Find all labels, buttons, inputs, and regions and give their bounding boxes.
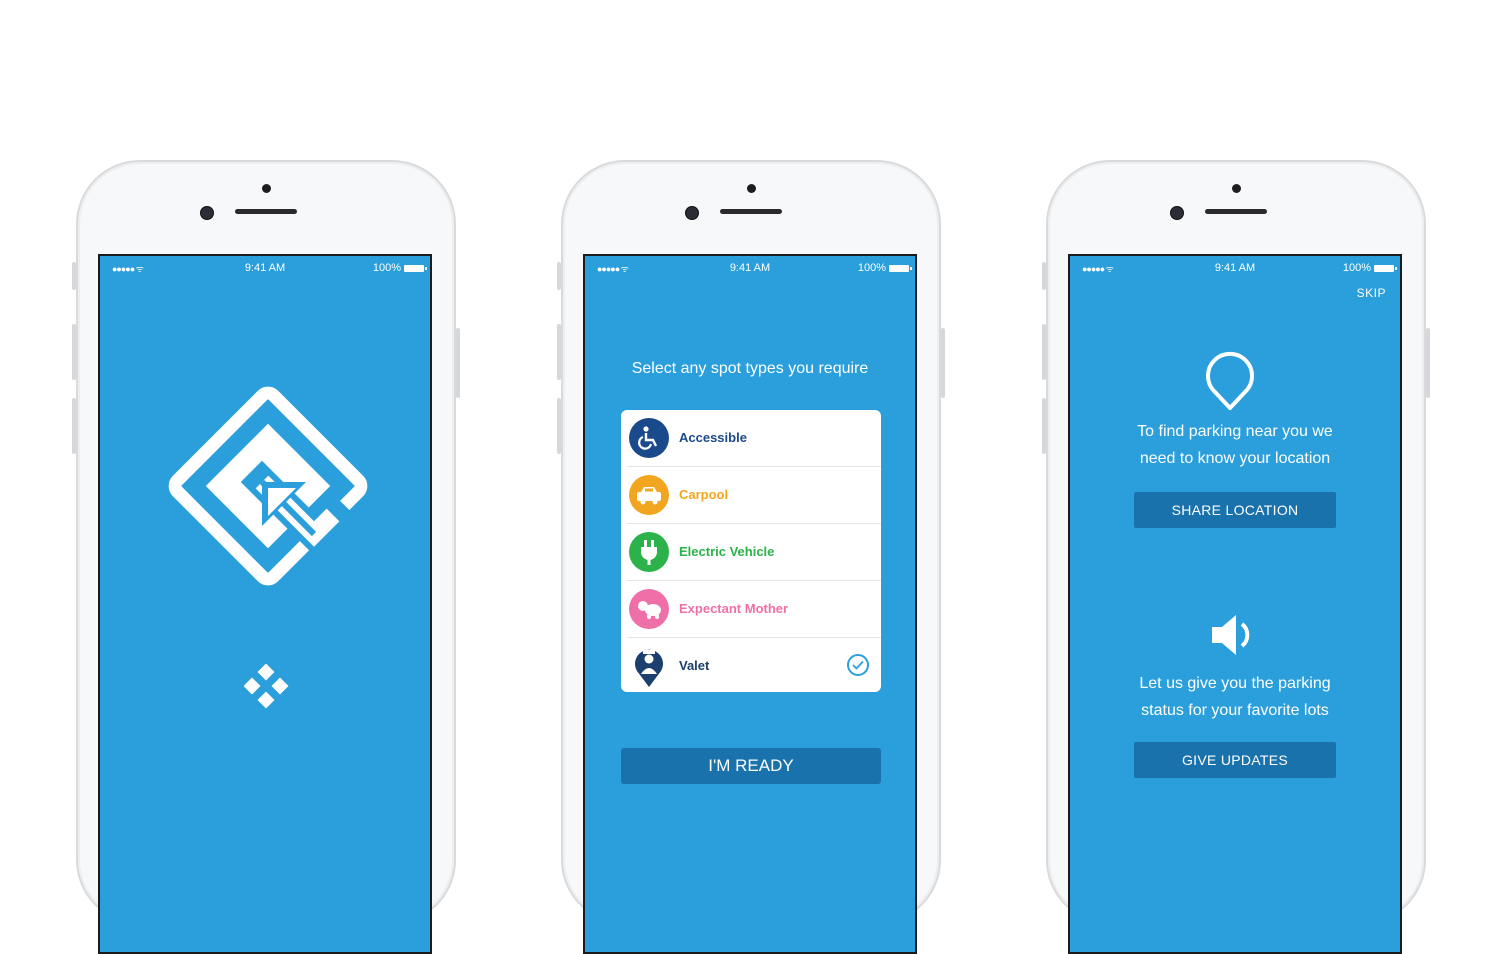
diamond-arrow-logo-icon [168,386,368,586]
battery-icon [1374,264,1397,272]
spot-option-electric-vehicle[interactable]: Electric Vehicle [627,524,881,581]
phone-spot-types: ●●●●● ᯤ 9:41 AM 100% Select any spot typ… [557,160,945,954]
car-icon [629,475,669,515]
spot-option-valet[interactable]: Valet [627,638,881,692]
front-camera [1170,206,1184,220]
spot-types-list: Accessible Carpool Electric Vehicle Expe… [621,410,881,692]
location-pin-icon [1206,351,1254,410]
battery-icon [889,264,912,272]
spot-label: Electric Vehicle [679,544,775,559]
splash-screen: ●●●●● ᯤ 9:41 AM 100% [98,254,432,954]
spot-types-heading: Select any spot types you require [631,360,869,377]
front-camera [200,206,214,220]
spot-option-carpool[interactable]: Carpool [627,467,881,524]
earpiece-speaker [235,209,297,214]
speaker-volume-icon [1212,615,1250,655]
proximity-sensor [1232,184,1241,193]
updates-message-line-2: status for your favorite lots [1141,702,1329,719]
phone-permissions: ●●●●● ᯤ 9:41 AM 100% SKIP To find parkin… [1042,160,1430,954]
spot-types-screen: ●●●●● ᯤ 9:41 AM 100% Select any spot typ… [583,254,917,954]
spot-option-expectant-mother[interactable]: Expectant Mother [627,581,881,638]
front-camera [685,206,699,220]
baby-icon [629,589,669,629]
battery-percent: 100% [1342,262,1371,274]
valet-icon [629,646,669,687]
plug-icon [629,532,669,572]
location-message-line-2: need to know your location [1139,450,1331,467]
proximity-sensor [262,184,271,193]
give-updates-button[interactable]: GIVE UPDATES [1134,742,1336,778]
phone-splash: ●●●●● ᯤ 9:41 AM 100% [72,160,460,954]
earpiece-speaker [720,209,782,214]
spot-option-accessible[interactable]: Accessible [627,410,881,467]
skip-button[interactable]: SKIP [1357,286,1386,300]
spot-label: Accessible [679,430,747,445]
status-bar: ●●●●● ᯤ 9:41 AM 100% [100,262,430,276]
updates-message-line-1: Let us give you the parking [1139,675,1331,692]
spot-label: Expectant Mother [679,601,789,616]
spot-label: Carpool [679,487,729,502]
status-bar: ●●●●● ᯤ 9:41 AM 100% [1070,262,1400,276]
checkmark-icon[interactable] [847,654,869,676]
spot-label: Valet [679,658,710,673]
earpiece-speaker [1205,209,1267,214]
ready-button[interactable]: I'M READY [621,748,881,784]
battery-percent: 100% [372,262,401,274]
battery-percent: 100% [857,262,886,274]
loader-diamonds-icon [244,664,289,709]
status-bar: ●●●●● ᯤ 9:41 AM 100% [585,262,915,276]
location-message-line-1: To find parking near you we [1137,423,1333,440]
share-location-button[interactable]: SHARE LOCATION [1134,492,1336,528]
permissions-screen: ●●●●● ᯤ 9:41 AM 100% SKIP To find parkin… [1068,254,1402,954]
battery-icon [404,264,427,272]
wheelchair-icon [629,418,669,458]
proximity-sensor [747,184,756,193]
